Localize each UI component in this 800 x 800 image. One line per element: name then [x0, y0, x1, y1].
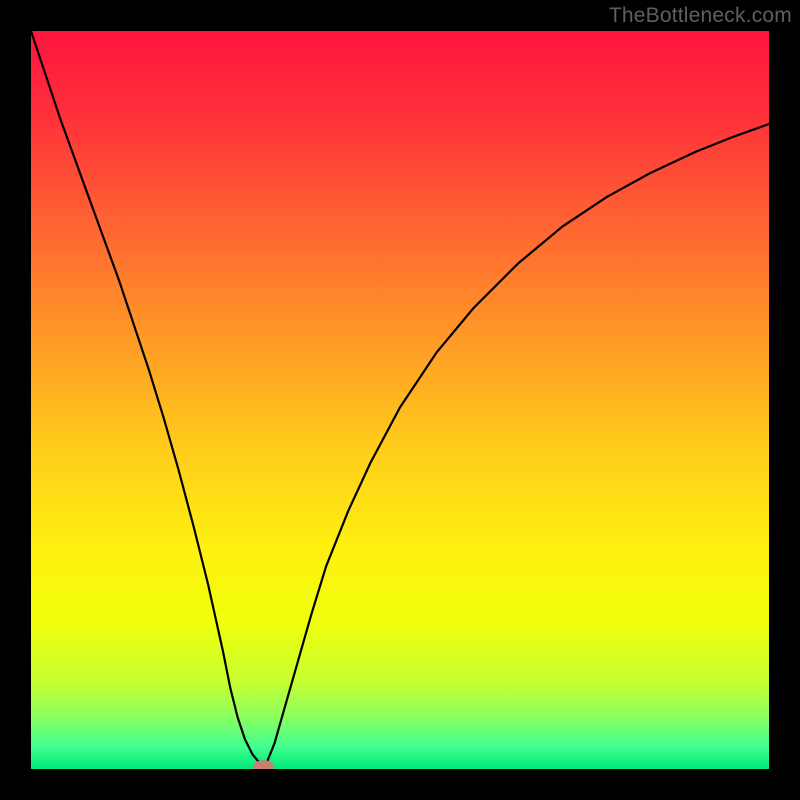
- chart-frame: TheBottleneck.com: [0, 0, 800, 800]
- watermark-text: TheBottleneck.com: [609, 4, 792, 28]
- chart-svg: [31, 31, 769, 769]
- gradient-background: [31, 31, 769, 769]
- chart-plot-area: [31, 31, 769, 769]
